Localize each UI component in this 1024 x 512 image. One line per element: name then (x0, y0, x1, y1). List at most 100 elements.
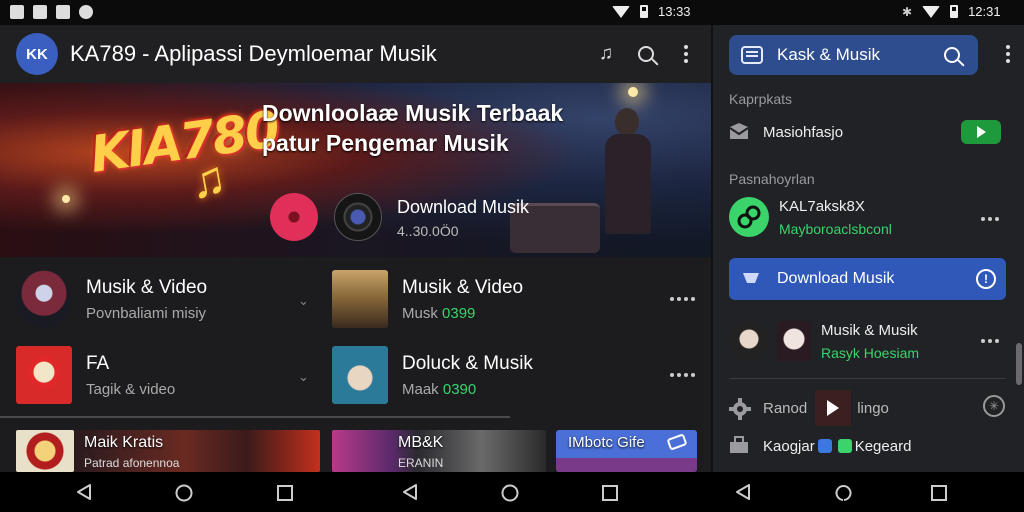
list-item-subtitle: Musk 0399 (402, 305, 523, 322)
banner-download-count: 4..30.0Ӧ0 (397, 223, 459, 239)
back-button[interactable] (735, 484, 751, 500)
musik-row[interactable]: Musik & Musik Rasyk Hoesiam (729, 321, 1009, 361)
chevron-down-icon[interactable]: ⌄ (298, 293, 309, 309)
play-icon[interactable] (815, 390, 852, 426)
banner-download-title[interactable]: Download Musik (397, 197, 529, 218)
home-button[interactable] (175, 484, 193, 502)
more-horiz-icon[interactable] (981, 217, 999, 221)
more-horiz-icon[interactable] (670, 297, 695, 301)
album-cover-thumbnail (777, 321, 811, 361)
promo-card-label: IMbotc Gife (568, 434, 645, 451)
list-item-count: 0390 (442, 380, 477, 398)
list-item[interactable]: Musik & Video Povnbaliami misiy (16, 261, 207, 337)
back-button[interactable] (76, 484, 92, 500)
app-bar-actions: ♫ (595, 42, 697, 66)
list-item[interactable]: Musik & Video Musk 0399 (332, 261, 523, 337)
list-item-subtitle: Maak 0390 (402, 381, 533, 398)
strip-card[interactable]: MB&K ERANIN (332, 430, 546, 472)
mail-icon (729, 122, 751, 142)
profile-row[interactable]: KAL7aksk8X Mayboroaclsbconl (729, 197, 1009, 237)
list-item-subtitle: Povnbaliami misiy (86, 304, 207, 322)
app-title: KA789 - Aplipassi Deymloemar Musik (70, 41, 437, 66)
app-logo[interactable]: KK (16, 33, 58, 75)
notification-icon (10, 5, 24, 19)
media-list: Musik & Video Povnbaliami misiy ⌄ Musik … (0, 257, 711, 419)
app-bar: KK KA789 - Aplipassi Deymloemar Musik ♫ (0, 25, 711, 83)
gear-icon (729, 398, 751, 420)
recents-button[interactable] (277, 485, 293, 501)
status-time: 13:33 (658, 4, 691, 19)
home-button[interactable] (834, 484, 852, 502)
strip-card[interactable]: Maik Kratis Patrad afonennoa (74, 430, 320, 472)
musik-row-title: Musik & Musik (821, 321, 918, 339)
strip-thumbnail[interactable] (16, 430, 74, 472)
dancer-thumbnail (16, 270, 72, 328)
strip-card-label: Maik Kratis (84, 434, 164, 451)
recents-button[interactable] (931, 485, 947, 501)
banner-headline-line1: Downloolaæ Musik Terbaak (262, 100, 564, 126)
music-note-icon[interactable]: ♫ (595, 42, 617, 66)
search-button[interactable] (635, 42, 657, 66)
ranod-row[interactable]: Ranod lingo ✳ (729, 390, 1009, 426)
home-button[interactable] (501, 484, 519, 502)
gallery-notification-icon (56, 5, 70, 19)
recents-button[interactable] (602, 485, 618, 501)
list-item[interactable]: FA Tagik & video (16, 337, 175, 413)
cloud-icon (741, 269, 763, 289)
section-header: Kaprpkats (729, 91, 793, 107)
search-icon[interactable] (944, 47, 960, 63)
banner-logo: KIA780 (86, 100, 282, 184)
fa-cover-thumbnail (16, 346, 72, 404)
album-cover-thumbnail (332, 270, 388, 328)
ranod-label-suffix: lingo (857, 399, 889, 417)
image-notification-icon (33, 5, 47, 19)
wifi-icon (612, 5, 630, 18)
info-icon[interactable]: ! (976, 269, 996, 289)
promo-card[interactable]: IMbotc Gife (556, 430, 697, 472)
more-vert-icon[interactable] (1006, 45, 1010, 63)
play-toggle[interactable] (961, 120, 1001, 144)
download-musik-button[interactable]: Download Musik ! (729, 258, 1006, 300)
chat-notification-icon (79, 5, 93, 19)
vinyl-record-icon[interactable] (334, 193, 382, 241)
more-vert-icon[interactable] (675, 42, 697, 66)
hero-banner[interactable]: KIA780 ♫ Downloolaæ Musik Terbaak patur … (0, 83, 711, 257)
panel-search-bar[interactable]: Kask & Musik (729, 35, 978, 75)
panel-search-text: Kask & Musik (777, 45, 880, 64)
navigation-bar (0, 472, 1024, 512)
more-horiz-icon[interactable] (670, 373, 695, 377)
panel-divider (729, 378, 1006, 379)
list-item-subtitle-text: Maak (402, 380, 439, 398)
musik-row-subtitle: Rasyk Hoesiam (821, 344, 920, 361)
list-item-subtitle: Tagik & video (86, 380, 176, 398)
status-time: 12:31 (968, 4, 1001, 19)
status-notifications (10, 5, 93, 19)
list-item-title: Musik & Video (402, 276, 524, 298)
list-item-title: Musik & Video (86, 276, 208, 298)
profile-subtitle: Mayboroaclsbconl (779, 220, 892, 237)
list-item[interactable]: Doluck & Musik Maak 0390 (332, 337, 533, 413)
record-disc-icon[interactable] (270, 193, 318, 241)
stage-light (628, 87, 638, 97)
back-button[interactable] (402, 484, 418, 500)
check-badge-icon (817, 438, 832, 453)
battery-icon (640, 5, 648, 18)
kaogjar-row[interactable]: Kaogjar Kegeard (729, 433, 1009, 459)
tag-icon[interactable] (666, 433, 688, 451)
ranod-label: Ranod (763, 399, 808, 417)
strip-card-label: MB&K (398, 434, 444, 451)
more-horiz-icon[interactable] (981, 339, 999, 343)
scrollbar[interactable] (1016, 343, 1022, 385)
settings-dial-icon[interactable]: ✳ (983, 395, 1005, 417)
chevron-down-icon[interactable]: ⌄ (298, 369, 309, 385)
bluetooth-icon: ✱ (902, 4, 913, 19)
promo-card-image (556, 458, 697, 472)
settings-row[interactable]: Masiohfasjo (729, 119, 1009, 145)
strip-card-subtitle: Patrad afonennoa (84, 456, 180, 470)
status-indicators-left: 13:33 (612, 4, 691, 19)
list-item-count: 0399 (442, 304, 476, 322)
featured-strip: Maik Kratis Patrad afonennoa MB&K ERANIN… (0, 430, 711, 472)
list-item-subtitle-text: Musk (402, 304, 438, 322)
wifi-icon (922, 5, 941, 18)
settings-row-label: Masiohfasjo (763, 123, 844, 141)
